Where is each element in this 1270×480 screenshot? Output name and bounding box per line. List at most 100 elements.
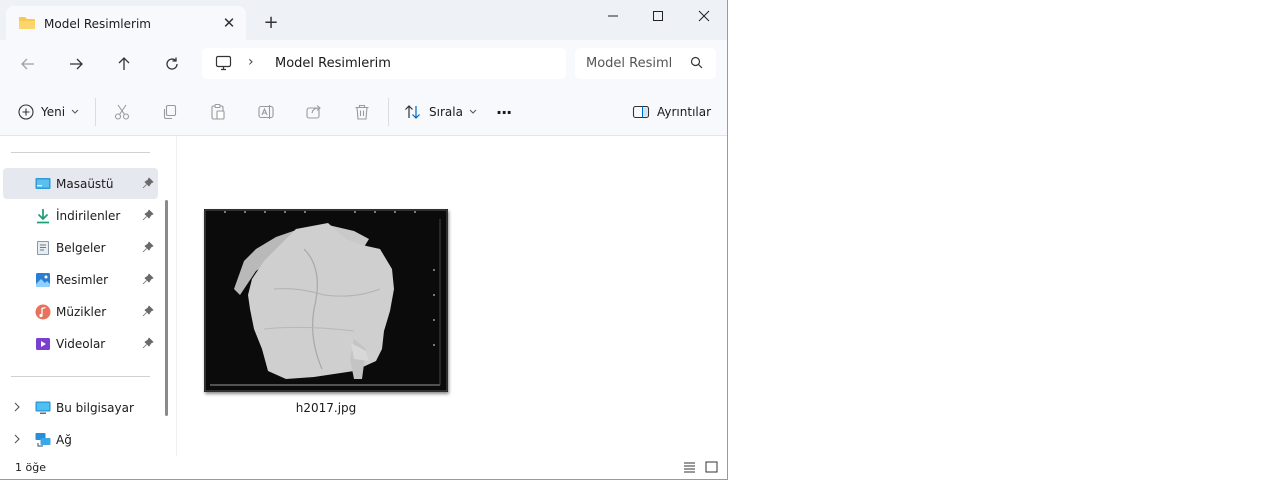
cut-button[interactable] bbox=[113, 100, 131, 124]
breadcrumb-separator[interactable]: › bbox=[248, 54, 254, 70]
forward-button[interactable] bbox=[62, 50, 90, 78]
desktop-icon bbox=[35, 178, 51, 189]
this-pc-icon bbox=[215, 55, 232, 71]
arrow-up-icon bbox=[118, 57, 130, 70]
pin-icon[interactable] bbox=[142, 273, 154, 285]
network-icon bbox=[35, 433, 51, 447]
file-explorer-window: Model Resimlerim ✕ + › Model Resimlerim … bbox=[0, 0, 728, 480]
chevron-right-icon[interactable] bbox=[11, 433, 23, 445]
details-pane-label: Ayrıntılar bbox=[657, 105, 712, 119]
sidebar-item-label: Bu bilgisayar bbox=[56, 401, 134, 415]
tab-close-button[interactable]: ✕ bbox=[220, 14, 238, 32]
this-pc-icon bbox=[35, 401, 51, 414]
close-window-button[interactable] bbox=[681, 0, 727, 32]
more-icon: ··· bbox=[496, 102, 512, 122]
tab-title: Model Resimlerim bbox=[44, 17, 151, 31]
pin-icon[interactable] bbox=[142, 177, 154, 189]
music-icon bbox=[35, 304, 51, 320]
status-bar: 1 öğe bbox=[0, 456, 727, 479]
new-button-label: Yeni bbox=[41, 105, 66, 119]
chevron-down-icon bbox=[469, 109, 477, 114]
sidebar-item-indirilenler[interactable]: İndirilenler bbox=[3, 200, 158, 231]
pin-icon[interactable] bbox=[142, 305, 154, 317]
tab-model-resimlerim[interactable]: Model Resimlerim ✕ bbox=[6, 6, 246, 40]
videos-icon bbox=[36, 338, 50, 350]
folder-icon bbox=[19, 17, 35, 29]
minimize-icon bbox=[608, 15, 618, 17]
navigation-pane: Masaüstü İndirilenler Belgeler Resimler … bbox=[0, 136, 176, 456]
sidebar-item-label: İndirilenler bbox=[56, 209, 121, 223]
navigation-row: › Model Resimlerim Model Resiml bbox=[0, 40, 727, 88]
sidebar-item-bu-bilgisayar[interactable]: Bu bilgisayar bbox=[3, 392, 158, 423]
sidebar-item-label: Ağ bbox=[56, 433, 72, 447]
maximize-icon bbox=[653, 11, 663, 21]
paste-button[interactable] bbox=[209, 100, 227, 124]
nav-divider bbox=[11, 152, 150, 153]
arrow-left-icon bbox=[21, 58, 34, 70]
breadcrumb-model-resimlerim[interactable]: Model Resimlerim bbox=[275, 56, 391, 71]
download-icon bbox=[37, 209, 49, 224]
trash-icon bbox=[355, 104, 369, 120]
sidebar-item-ag[interactable]: Ağ bbox=[3, 424, 158, 455]
search-placeholder[interactable]: Model Resiml bbox=[586, 56, 674, 71]
sidebar-item-muzikler[interactable]: Müzikler bbox=[3, 296, 158, 327]
address-bar[interactable]: › Model Resimlerim bbox=[202, 48, 566, 79]
refresh-button[interactable] bbox=[158, 50, 186, 78]
sidebar-item-label: Müzikler bbox=[56, 305, 107, 319]
details-view-icon[interactable] bbox=[683, 461, 696, 473]
sidebar-item-label: Belgeler bbox=[56, 241, 106, 255]
file-thumbnail[interactable] bbox=[204, 209, 448, 392]
back-button[interactable] bbox=[14, 50, 42, 78]
item-count: 1 öğe bbox=[15, 461, 46, 474]
cut-icon bbox=[114, 104, 130, 120]
thumbnail-view-icon[interactable] bbox=[705, 461, 718, 473]
delete-button[interactable] bbox=[353, 100, 371, 124]
rename-button[interactable] bbox=[257, 100, 275, 124]
pin-icon[interactable] bbox=[142, 337, 154, 349]
up-button[interactable] bbox=[110, 50, 138, 78]
command-bar: Yeni Sırala ··· Ayrıntılar bbox=[0, 88, 727, 136]
sidebar-item-belgeler[interactable]: Belgeler bbox=[3, 232, 158, 263]
copy-icon bbox=[163, 104, 177, 120]
chevron-right-icon[interactable] bbox=[11, 401, 23, 413]
sort-button-label: Sırala bbox=[429, 105, 463, 119]
file-view: h2017.jpg bbox=[177, 136, 727, 456]
nav-divider bbox=[11, 376, 150, 377]
close-icon bbox=[698, 10, 710, 22]
garment-photo bbox=[204, 209, 448, 392]
refresh-icon bbox=[166, 57, 178, 70]
new-button[interactable]: Yeni bbox=[18, 100, 79, 124]
title-bar: Model Resimlerim ✕ + bbox=[0, 0, 727, 40]
sidebar-item-videolar[interactable]: Videolar bbox=[3, 328, 158, 359]
sidebar-item-masaustu[interactable]: Masaüstü bbox=[3, 168, 158, 199]
sort-button[interactable]: Sırala bbox=[404, 100, 477, 124]
copy-button[interactable] bbox=[161, 100, 179, 124]
sidebar-item-label: Resimler bbox=[56, 273, 109, 287]
documents-icon bbox=[37, 241, 49, 255]
maximize-button[interactable] bbox=[635, 0, 681, 32]
details-pane-icon bbox=[632, 105, 650, 119]
arrow-right-icon bbox=[70, 58, 83, 70]
more-options-button[interactable]: ··· bbox=[496, 100, 512, 124]
file-name[interactable]: h2017.jpg bbox=[204, 401, 448, 415]
add-icon bbox=[18, 104, 34, 120]
chevron-down-icon bbox=[71, 109, 79, 114]
share-button[interactable] bbox=[305, 100, 323, 124]
pictures-icon bbox=[36, 273, 50, 287]
command-divider bbox=[95, 98, 96, 126]
minimize-button[interactable] bbox=[590, 0, 636, 32]
sidebar-item-resimler[interactable]: Resimler bbox=[3, 264, 158, 295]
command-divider bbox=[388, 98, 389, 126]
pin-icon[interactable] bbox=[142, 209, 154, 221]
rename-icon bbox=[258, 105, 274, 119]
pin-icon[interactable] bbox=[142, 241, 154, 253]
sort-icon bbox=[405, 105, 420, 119]
paste-icon bbox=[211, 103, 225, 120]
new-tab-button[interactable]: + bbox=[260, 12, 282, 34]
navigation-pane-scrollbar[interactable] bbox=[165, 200, 168, 416]
details-pane-button[interactable]: Ayrıntılar bbox=[632, 100, 711, 124]
share-icon bbox=[306, 105, 321, 119]
sidebar-item-label: Masaüstü bbox=[56, 177, 114, 191]
search-icon bbox=[690, 56, 703, 69]
search-box[interactable]: Model Resiml bbox=[575, 48, 716, 79]
